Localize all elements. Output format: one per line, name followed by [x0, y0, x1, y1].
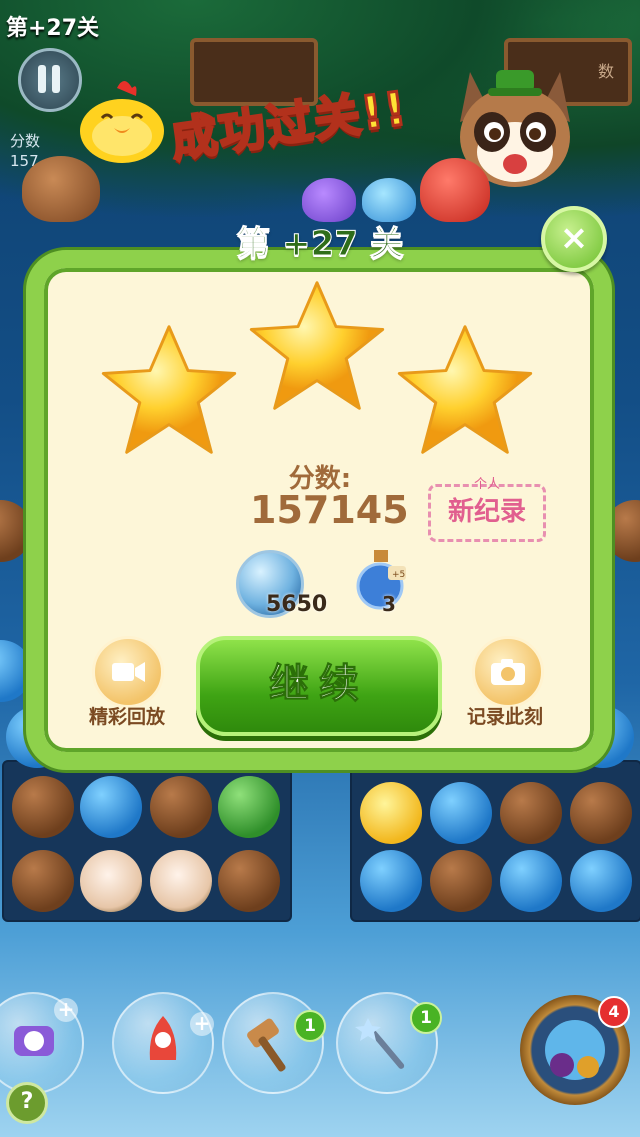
record-main-label: 新纪录: [447, 497, 526, 527]
close-icon: ×: [559, 218, 589, 258]
blue-blob-tile: [80, 776, 142, 838]
hanging-sign-text: 数: [597, 62, 614, 81]
hud-score-label: 分数: [10, 132, 41, 150]
booster-magic-wand[interactable]: 1: [336, 992, 442, 1094]
add-booster-icon[interactable]: +: [54, 998, 78, 1022]
bear-tile: [150, 776, 212, 838]
new-record-badge: 个人 新纪录: [428, 477, 546, 542]
add-booster-icon[interactable]: +: [190, 1012, 214, 1036]
booster-swap[interactable]: +: [0, 992, 84, 1094]
game-board-right: [350, 760, 640, 922]
score-value: 157145: [250, 488, 409, 532]
bear-tile: [430, 850, 492, 912]
chick-character: [80, 81, 164, 163]
blue-blob-tile: [500, 850, 562, 912]
bear-tile: [12, 776, 74, 838]
close-button[interactable]: ×: [541, 206, 607, 272]
bear-tile: [570, 782, 632, 844]
camera-icon: [491, 659, 525, 685]
bear-tile: [500, 782, 562, 844]
replay-label[interactable]: 精彩回放: [72, 702, 182, 729]
help-button[interactable]: ?: [6, 1082, 48, 1124]
booster-count: 1: [410, 1002, 442, 1034]
red-creature: [420, 158, 490, 222]
egg-tile: [150, 850, 212, 912]
replay-button[interactable]: [92, 636, 164, 708]
booster-count: 1: [294, 1010, 326, 1042]
potion-tag: +5: [392, 570, 405, 580]
snapshot-button[interactable]: [472, 636, 544, 708]
hud-level-text: 第+27关: [6, 16, 100, 41]
star-icon-3: [397, 325, 533, 454]
star-icon-1: [101, 325, 237, 454]
coin-value: 5650: [266, 592, 328, 617]
star-icon-2: [249, 281, 385, 410]
bear-tile: [12, 850, 74, 912]
rocket-icon: [149, 1016, 177, 1060]
bear-peek: [22, 156, 100, 222]
continue-button[interactable]: 继续: [196, 636, 442, 736]
pause-icon: [38, 65, 46, 93]
frog-tile: [218, 776, 280, 838]
snapshot-label[interactable]: 记录此刻: [450, 702, 560, 729]
record-small-label: 个人: [473, 477, 500, 492]
blue-blob-tile: [430, 782, 492, 844]
hammer-icon: [247, 1018, 286, 1072]
chick-tile: [360, 782, 422, 844]
game-board-left: [2, 760, 292, 922]
video-camera-icon: [112, 662, 145, 682]
blue-blob-tile: [360, 850, 422, 912]
booster-rocket[interactable]: +: [112, 992, 214, 1094]
bear-tile: [218, 850, 280, 912]
booster-hammer[interactable]: 1: [222, 992, 326, 1094]
pause-icon-bar: [52, 65, 60, 93]
potion-value: 3: [382, 592, 396, 616]
potion-icon: +5: [356, 550, 406, 610]
blue-blob-tile: [570, 850, 632, 912]
egg-tile: [80, 850, 142, 912]
notification-badge: 4: [598, 996, 630, 1028]
